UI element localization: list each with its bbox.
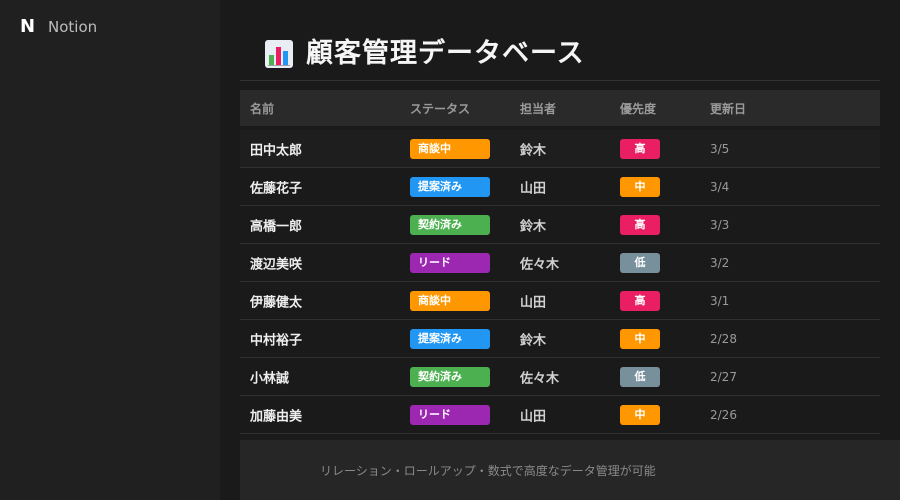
cell-name[interactable]: 伊藤健太: [250, 291, 302, 310]
table-row[interactable]: 伊藤健太 商談中 山田 高 3/1: [240, 282, 880, 320]
page-title: 顧客管理データベース: [306, 38, 585, 69]
cell-owner[interactable]: 鈴木: [520, 215, 546, 234]
cell-owner[interactable]: 佐々木: [520, 367, 559, 386]
status-badge[interactable]: 契約済み: [410, 214, 490, 235]
column-header-owner[interactable]: 担当者: [520, 100, 556, 117]
cell-updated-date: 2/27: [710, 369, 737, 384]
cell-name[interactable]: 小林誠: [250, 367, 289, 386]
priority-badge[interactable]: 中: [620, 328, 660, 349]
priority-badge[interactable]: 中: [620, 404, 660, 425]
cell-name[interactable]: 中村裕子: [250, 329, 302, 348]
cell-updated-date: 3/3: [710, 217, 730, 232]
cell-owner[interactable]: 佐々木: [520, 253, 559, 272]
cell-owner[interactable]: 鈴木: [520, 329, 546, 348]
table-row[interactable]: 渡辺美咲 リード 佐々木 低 3/2: [240, 244, 880, 282]
main-content: 顧客管理データベース 名前 ステータス 担当者 優先度 更新日 田中太郎 商談中鈴…: [220, 0, 900, 500]
title-divider: [240, 80, 880, 81]
table-row[interactable]: 佐藤花子 提案済み 山田 中 3/4: [240, 168, 880, 206]
status-badge[interactable]: 提案済み: [410, 328, 490, 349]
page-header: 顧客管理データベース: [264, 36, 585, 72]
database-table: 名前 ステータス 担当者 優先度 更新日 田中太郎 商談中 鈴木高 3/5 佐藤花子 提案…: [240, 90, 880, 434]
table-row[interactable]: 中村裕子 提案済み 鈴木 中 2/28: [240, 320, 880, 358]
sidebar: N Notion: [0, 0, 220, 500]
priority-badge[interactable]: 高: [620, 290, 660, 311]
status-badge[interactable]: リード: [410, 252, 490, 273]
cell-owner[interactable]: 山田: [520, 405, 546, 424]
priority-badge[interactable]: 低: [620, 252, 660, 273]
status-badge[interactable]: 契約済み: [410, 366, 490, 387]
cell-updated-date: 3/2: [710, 255, 730, 270]
cell-updated-date: 2/28: [710, 331, 737, 346]
footer-band: リレーション・ロールアップ・数式で高度なデータ管理が可能: [240, 440, 900, 500]
column-header-updated[interactable]: 更新日: [710, 100, 746, 117]
cell-name[interactable]: 佐藤花子: [250, 177, 302, 196]
bar-chart-icon[interactable]: [264, 38, 294, 70]
app-window: N Notion 顧客管理データベース 名前 ステータス 担当者 優先度 更新日: [0, 0, 900, 500]
table-header: 名前 ステータス 担当者 優先度 更新日: [240, 90, 880, 126]
table-row[interactable]: 加藤由美 リード 山田 中 2/26: [240, 396, 880, 434]
cell-updated-date: 3/1: [710, 293, 730, 308]
footer-note: リレーション・ロールアップ・数式で高度なデータ管理が可能: [320, 464, 656, 478]
priority-badge[interactable]: 低: [620, 366, 660, 387]
app-name: Notion: [48, 18, 98, 36]
cell-name[interactable]: 加藤由美: [250, 405, 302, 424]
cell-updated-date: 3/5: [710, 141, 730, 156]
table-row[interactable]: 田中太郎 商談中 鈴木 高 3/5: [240, 130, 880, 168]
column-header-priority[interactable]: 優先度: [620, 100, 656, 117]
cell-name[interactable]: 田中太郎: [250, 139, 302, 158]
table-body: 田中太郎 商談中 鈴木高 3/5 佐藤花子 提案済み 山田中 3/4 高橋一郎 契約済み 鈴木高 3/…: [240, 130, 880, 434]
status-badge[interactable]: 商談中: [410, 138, 490, 159]
table-row[interactable]: 高橋一郎 契約済み 鈴木 高 3/3: [240, 206, 880, 244]
priority-badge[interactable]: 中: [620, 176, 660, 197]
status-badge[interactable]: 提案済み: [410, 176, 490, 197]
brand[interactable]: N Notion: [20, 17, 97, 37]
cell-name[interactable]: 渡辺美咲: [250, 253, 302, 272]
column-header-name[interactable]: 名前: [250, 100, 274, 117]
cell-updated-date: 2/26: [710, 407, 737, 422]
priority-badge[interactable]: 高: [620, 138, 660, 159]
priority-badge[interactable]: 高: [620, 214, 660, 235]
cell-owner[interactable]: 山田: [520, 291, 546, 310]
notion-logo-icon: N: [20, 16, 36, 37]
status-badge[interactable]: 商談中: [410, 290, 490, 311]
table-row[interactable]: 小林誠 契約済み 佐々木 低 2/27: [240, 358, 880, 396]
cell-owner[interactable]: 鈴木: [520, 139, 546, 158]
column-header-status[interactable]: ステータス: [410, 100, 470, 117]
cell-owner[interactable]: 山田: [520, 177, 546, 196]
cell-name[interactable]: 高橋一郎: [250, 215, 302, 234]
cell-updated-date: 3/4: [710, 179, 730, 194]
status-badge[interactable]: リード: [410, 404, 490, 425]
